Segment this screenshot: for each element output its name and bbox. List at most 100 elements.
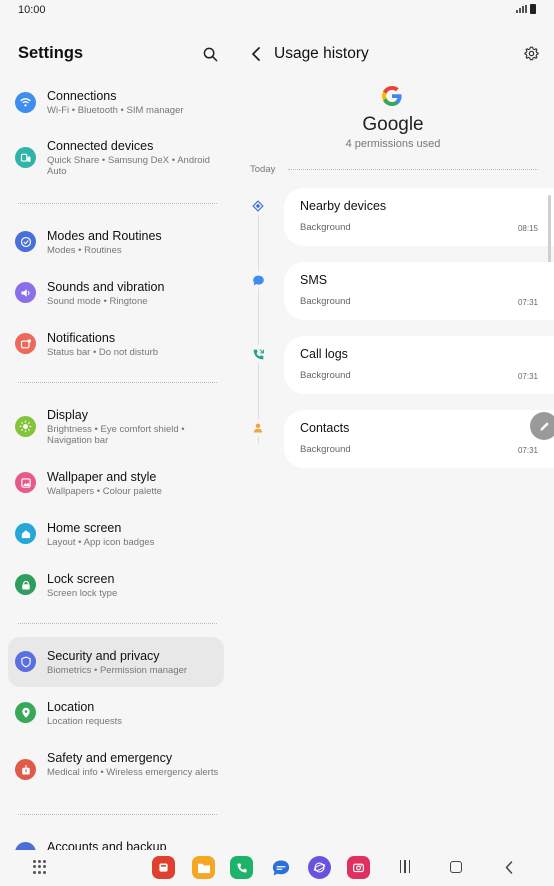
timeline-line: [258, 214, 259, 444]
scrollbar[interactable]: [548, 195, 551, 267]
page-title: Settings: [18, 44, 84, 62]
nearby-devices-icon: [249, 197, 267, 215]
call-log-icon: [249, 345, 267, 363]
settings-item-subtitle: Screen lock type: [47, 588, 118, 599]
settings-item-title: Home screen: [47, 521, 122, 535]
usage-history-pane: Usage history Google 4 permissions used …: [232, 20, 554, 850]
phone-app-icon[interactable]: [230, 856, 253, 879]
back-button[interactable]: [246, 42, 266, 66]
divider: [18, 623, 217, 624]
usage-entry-subtitle: Background: [300, 222, 351, 233]
usage-entry-title: Nearby devices: [300, 199, 387, 213]
settings-item-lock-screen[interactable]: Lock screen Screen lock type: [8, 565, 224, 605]
search-button[interactable]: [198, 42, 222, 66]
google-logo-icon: [382, 86, 402, 106]
settings-item-modes-routines[interactable]: Modes and Routines Modes • Routines: [8, 222, 224, 262]
settings-item-connections[interactable]: Connections Wi-Fi • Bluetooth • SIM mana…: [8, 82, 224, 122]
chevron-left-icon: [505, 860, 513, 874]
settings-item-title: Connected devices: [47, 139, 154, 153]
settings-item-title: Safety and emergency: [47, 751, 173, 765]
settings-header: Settings: [0, 20, 232, 86]
usage-entry-title: SMS: [300, 273, 328, 287]
settings-button[interactable]: [520, 42, 542, 64]
settings-item-title: Accounts and backup: [47, 840, 167, 850]
permissions-used-count: 4 permissions used: [345, 138, 441, 150]
notification-icon: [15, 333, 36, 354]
location-pin-icon: [15, 702, 36, 723]
files-app-icon[interactable]: [192, 856, 215, 879]
settings-pane: Settings Connections Wi-Fi • Bluetooth •…: [0, 20, 232, 850]
settings-item-subtitle: Quick Share • Samsung DeX • Android Auto: [47, 155, 210, 177]
account-icon: [15, 842, 36, 850]
settings-item-location[interactable]: Location Location requests: [8, 693, 224, 733]
settings-item-sounds[interactable]: Sounds and vibration Sound mode • Ringto…: [8, 273, 224, 313]
emergency-icon: [15, 759, 36, 780]
settings-item-subtitle: Biometrics • Permission manager: [47, 665, 188, 676]
edit-button[interactable]: [530, 412, 554, 440]
sun-icon: [15, 416, 36, 437]
settings-item-subtitle: Location requests: [47, 716, 122, 727]
sms-icon: [249, 271, 267, 289]
usage-entry-title: Call logs: [300, 347, 348, 361]
search-icon: [203, 47, 217, 61]
check-circle-icon: [15, 231, 36, 252]
status-icons: [516, 4, 536, 14]
settings-item-subtitle: Medical info • Wireless emergency alerts: [47, 767, 219, 778]
settings-item-subtitle: Wallpapers • Colour palette: [47, 486, 162, 497]
status-bar: 10:00: [0, 0, 554, 20]
settings-item-subtitle: Status bar • Do not disturb: [47, 347, 159, 358]
slides-app-icon[interactable]: [152, 856, 175, 879]
usage-entry-title: Contacts: [300, 421, 350, 435]
wifi-icon: [15, 92, 36, 113]
speaker-icon: [15, 282, 36, 303]
settings-item-subtitle: Layout • App icon badges: [47, 537, 155, 548]
settings-item-notifications[interactable]: Notifications Status bar • Do not distur…: [8, 324, 224, 364]
settings-item-wallpaper[interactable]: Wallpaper and style Wallpapers • Colour …: [8, 463, 224, 503]
settings-item-subtitle: Sound mode • Ringtone: [47, 296, 148, 307]
shield-icon: [15, 651, 36, 672]
usage-history-title: Usage history: [274, 45, 369, 62]
messages-app-icon[interactable]: [269, 856, 292, 879]
settings-item-display[interactable]: Display Brightness • Eye comfort shield …: [8, 401, 224, 453]
usage-entry-time: 07:31: [517, 446, 538, 455]
settings-item-title: Modes and Routines: [47, 229, 162, 243]
nav-back-button[interactable]: [502, 859, 516, 875]
divider: [18, 814, 217, 815]
settings-item-title: Display: [47, 408, 88, 422]
usage-entry-subtitle: Background: [300, 444, 351, 455]
internet-app-icon[interactable]: [308, 856, 331, 879]
settings-item-subtitle: Wi-Fi • Bluetooth • SIM manager: [47, 105, 184, 116]
divider: [288, 169, 538, 170]
contact-icon: [249, 419, 267, 437]
usage-entry-contacts[interactable]: Contacts Background 07:31: [284, 410, 554, 468]
settings-item-title: Lock screen: [47, 572, 115, 586]
settings-item-safety[interactable]: Safety and emergency Medical info • Wire…: [8, 744, 224, 796]
camera-app-icon[interactable]: [347, 856, 370, 879]
home-icon: [15, 523, 36, 544]
settings-item-home-screen[interactable]: Home screen Layout • App icon badges: [8, 514, 224, 554]
recent-apps-button[interactable]: [398, 860, 412, 874]
app-name: Google: [362, 114, 424, 135]
usage-entry-time: 08:15: [517, 224, 538, 233]
pencil-icon: [539, 421, 549, 431]
settings-item-title: Sounds and vibration: [47, 280, 165, 294]
chevron-left-icon: [252, 47, 260, 61]
settings-item-accounts[interactable]: Accounts and backup: [8, 833, 224, 850]
home-button[interactable]: [450, 861, 462, 873]
usage-entry-nearby-devices[interactable]: Nearby devices Background 08:15: [284, 188, 554, 246]
apps-grid-button[interactable]: [33, 860, 47, 874]
settings-item-title: Wallpaper and style: [47, 470, 157, 484]
settings-item-security[interactable]: Security and privacy Biometrics • Permis…: [8, 637, 224, 687]
usage-entry-subtitle: Background: [300, 296, 351, 307]
gear-icon: [523, 46, 539, 60]
battery-icon: [530, 4, 536, 14]
usage-entry-subtitle: Background: [300, 370, 351, 381]
connected-devices-icon: [15, 147, 36, 168]
usage-entry-time: 07:31: [517, 372, 538, 381]
usage-entry-sms[interactable]: SMS Background 07:31: [284, 262, 554, 320]
settings-item-connected-devices[interactable]: Connected devices Quick Share • Samsung …: [8, 132, 224, 184]
navigation-bar: [0, 850, 554, 886]
usage-entry-call-logs[interactable]: Call logs Background 07:31: [284, 336, 554, 394]
divider: [18, 382, 217, 383]
section-header-today: Today: [250, 164, 276, 175]
